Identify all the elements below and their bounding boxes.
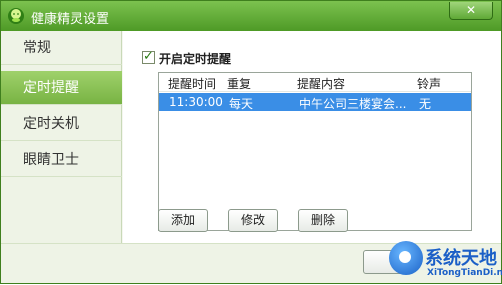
sidebar-item-timed-shutdown[interactable]: 定时关机 <box>1 107 122 141</box>
sidebar-item-eye-guard[interactable]: 眼睛卫士 <box>1 143 122 177</box>
column-header-ringtone[interactable]: 铃声 <box>417 75 441 92</box>
close-icon: ✕ <box>465 3 477 17</box>
column-header-repeat[interactable]: 重复 <box>227 75 251 92</box>
enable-reminder-label: 开启定时提醒 <box>159 52 232 66</box>
close-button[interactable]: ✕ <box>449 2 493 20</box>
enable-reminder-checkbox[interactable]: ✓ <box>142 49 155 64</box>
sidebar-item-timed-reminder[interactable]: 定时提醒 <box>1 71 122 105</box>
window-title: 健康精灵设置 <box>31 12 110 27</box>
reminder-repeat: 每天 <box>229 97 254 111</box>
delete-button[interactable]: 删除 <box>298 209 348 232</box>
add-button[interactable]: 添加 <box>158 209 208 232</box>
column-header-content[interactable]: 提醒内容 <box>297 75 345 92</box>
content-panel: ✓ 开启定时提醒 提醒时间 重复 提醒内容 铃声 11:30:00 每天 中午公… <box>123 31 501 243</box>
edit-button[interactable]: 修改 <box>228 209 278 232</box>
sidebar-item-general[interactable]: 常规 <box>1 31 122 65</box>
reminder-list[interactable]: 提醒时间 重复 提醒内容 铃声 11:30:00 每天 中午公司三楼宴会... … <box>158 72 472 231</box>
reminder-content: 中午公司三楼宴会... <box>299 97 407 111</box>
watermark-subtitle: XiTongTianDi.net <box>427 268 502 278</box>
list-item[interactable]: 11:30:00 每天 中午公司三楼宴会... 无 <box>159 93 471 111</box>
column-header-time[interactable]: 提醒时间 <box>168 75 216 92</box>
watermark-logo: 系统天地 XiTongTianDi.net <box>385 237 502 285</box>
checkmark-icon: ✓ <box>143 49 154 64</box>
settings-window: 健康精灵设置 ✕ 常规 定时提醒 定时关机 眼睛卫士 ✓ 开启定时提醒 提醒时间… <box>0 0 502 284</box>
sidebar: 常规 定时提醒 定时关机 眼睛卫士 <box>1 31 122 243</box>
list-header: 提醒时间 重复 提醒内容 铃声 <box>159 73 471 92</box>
reminder-time: 11:30:00 <box>169 95 223 109</box>
title-bar: 健康精灵设置 ✕ <box>1 1 501 31</box>
health-spirit-app-icon <box>8 8 24 24</box>
xitongtiandi-logo-icon <box>389 241 423 275</box>
watermark-title: 系统天地 <box>425 248 497 269</box>
reminder-ringtone: 无 <box>419 97 432 111</box>
